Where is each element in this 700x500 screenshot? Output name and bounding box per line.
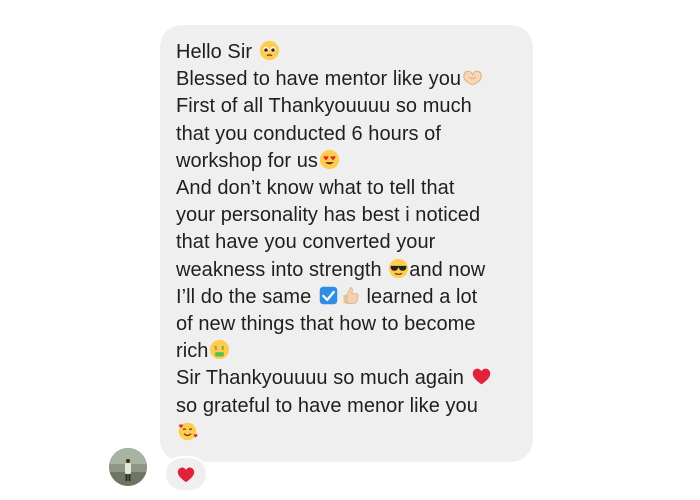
smiling-face-with-hearts-emoji xyxy=(177,421,198,442)
message-line: Hello Sir xyxy=(176,39,533,66)
message-line: of new things that how to become xyxy=(176,313,476,336)
message-line: And don’t know what to tell that xyxy=(176,177,455,200)
pleading-face-emoji xyxy=(259,40,280,61)
message-line: that have you converted your xyxy=(176,231,436,254)
heart-reaction-badge[interactable] xyxy=(164,456,208,492)
message-line: Sir Thankyouuuu so much again xyxy=(176,365,533,392)
message-line: I’ll do the same learned a lot xyxy=(176,285,478,308)
message-line: so grateful to have menor like you xyxy=(176,394,478,417)
check-mark-button-emoji xyxy=(318,285,339,306)
red-heart-icon xyxy=(176,465,196,483)
sender-avatar[interactable] xyxy=(109,448,147,486)
svg-text:$: $ xyxy=(215,346,218,352)
heart-hands-emoji xyxy=(462,67,483,88)
message-line: Blessed to have mentor like you xyxy=(176,66,533,93)
message-line: First of all Thankyouuuu so much xyxy=(176,95,472,118)
message-line: workshop for us xyxy=(176,148,533,175)
thumbs-up-emoji xyxy=(340,285,361,306)
message-line: weakness into strength and now xyxy=(176,258,486,281)
message-line: rich $ $ xyxy=(176,338,533,365)
red-heart-emoji xyxy=(471,366,492,387)
chat-screen: Hello Sir Blessed to have mentor like yo… xyxy=(0,0,700,500)
sunglasses-emoji xyxy=(388,258,409,279)
message-line xyxy=(176,420,533,447)
message-bubble[interactable]: Hello Sir Blessed to have mentor like yo… xyxy=(160,25,533,462)
message-line: that you conducted 6 hours of xyxy=(176,122,441,145)
message-line: your personality has best i noticed xyxy=(176,204,481,227)
svg-text:$: $ xyxy=(222,346,225,352)
money-mouth-emoji: $ $ xyxy=(209,339,230,360)
heart-eyes-emoji xyxy=(319,149,340,170)
